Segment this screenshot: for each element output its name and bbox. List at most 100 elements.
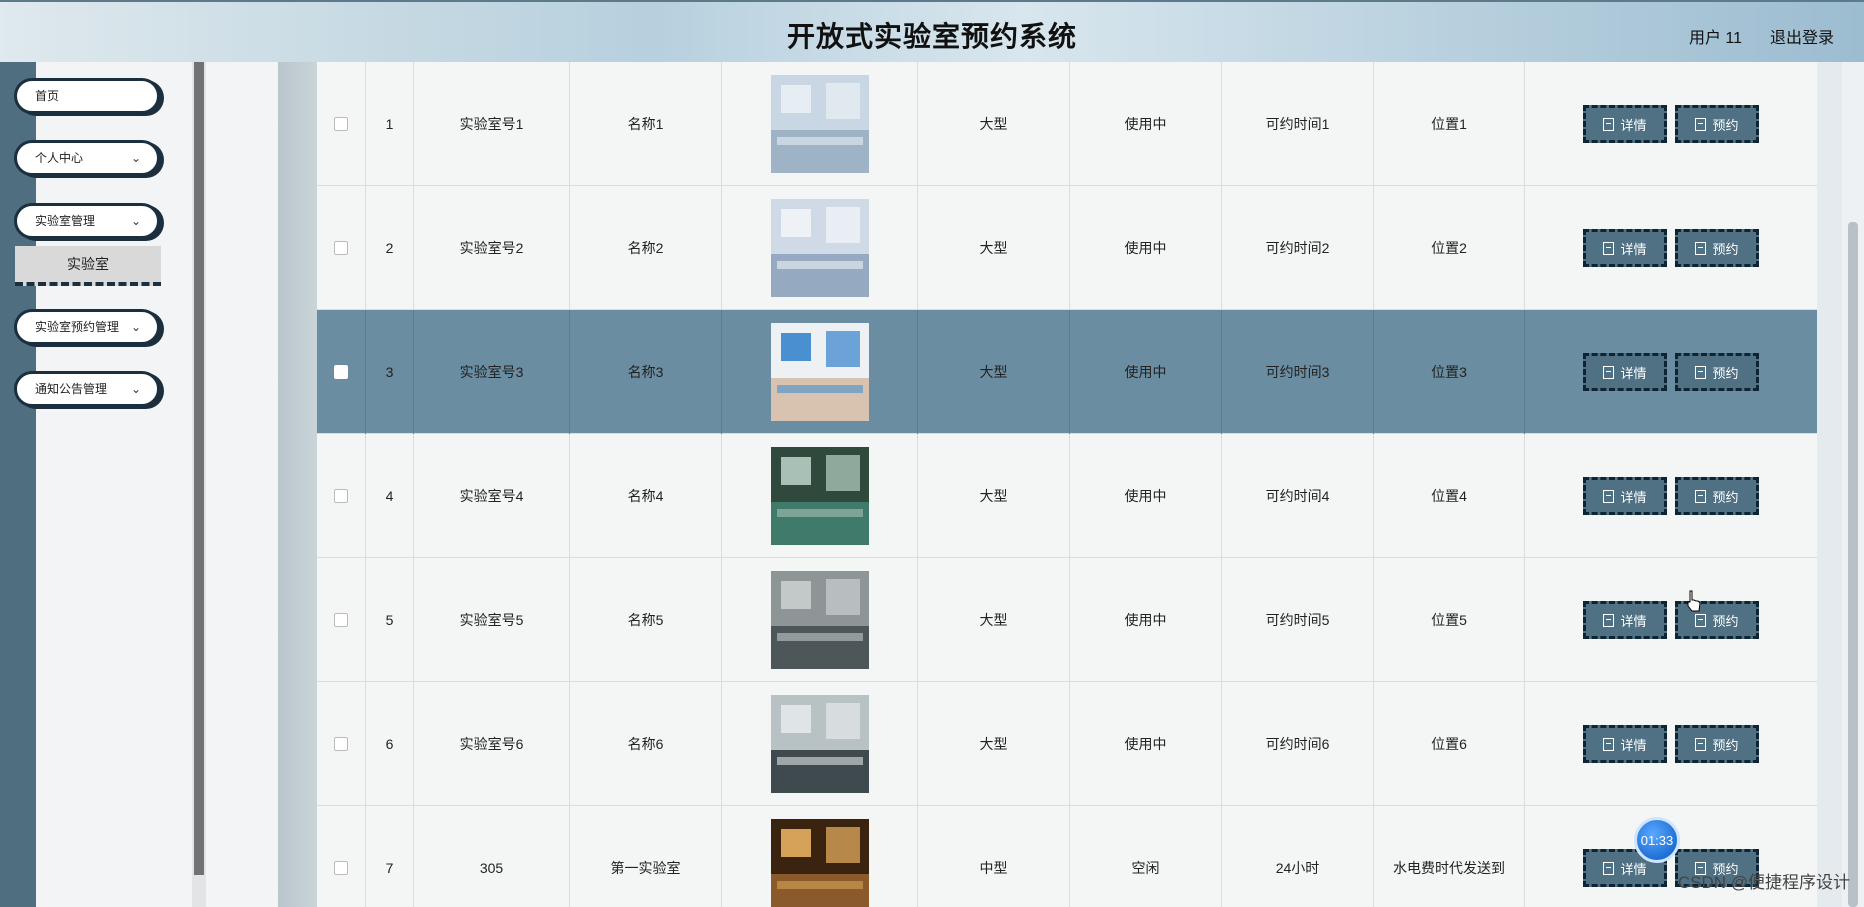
lab-status: 使用中: [1070, 558, 1222, 682]
row-actions: 详情 预约: [1525, 62, 1817, 186]
row-checkbox[interactable]: [334, 737, 348, 751]
row-actions: 详情 预约: [1525, 186, 1817, 310]
book-button[interactable]: 预约: [1675, 477, 1759, 515]
row-checkbox[interactable]: [334, 365, 348, 379]
sidebar: [36, 62, 192, 907]
row-checkbox[interactable]: [334, 241, 348, 255]
book-button[interactable]: 预约: [1675, 229, 1759, 267]
table-row[interactable]: 4 实验室号4 名称4 大型 使用中 可约时间4 位置4 详情 预约: [317, 434, 1817, 558]
row-index: 1: [366, 62, 414, 186]
lab-size: 大型: [918, 310, 1070, 434]
logout-link[interactable]: 退出登录: [1770, 24, 1834, 48]
detail-button-label: 详情: [1620, 861, 1647, 877]
book-button[interactable]: 预约: [1675, 725, 1759, 763]
lab-location: 位置3: [1374, 310, 1525, 434]
detail-button[interactable]: 详情: [1583, 353, 1667, 391]
table-row[interactable]: 1 实验室号1 名称1 大型 使用中 可约时间1 位置1 详情 预约: [317, 62, 1817, 186]
row-checkbox[interactable]: [334, 117, 348, 131]
lab-status: 空闲: [1070, 806, 1222, 907]
row-checkbox-cell: [317, 310, 366, 434]
table-row[interactable]: 5 实验室号5 名称5 大型 使用中 可约时间5 位置5 详情 预约: [317, 558, 1817, 682]
lab-photo-cell: [722, 434, 918, 558]
document-icon: [1603, 365, 1615, 379]
lab-photo-cell: [722, 186, 918, 310]
timer-badge[interactable]: 01:33: [1634, 817, 1680, 863]
sidebar-subitem-lab[interactable]: 实验室: [15, 246, 161, 286]
lab-location: 位置4: [1374, 434, 1525, 558]
book-button-label: 预约: [1712, 613, 1739, 629]
detail-button[interactable]: 详情: [1583, 477, 1667, 515]
detail-button-label: 详情: [1620, 117, 1647, 133]
detail-button[interactable]: 详情: [1583, 105, 1667, 143]
sidebar-scroll-thumb[interactable]: [194, 62, 204, 875]
detail-button-label: 详情: [1620, 613, 1647, 629]
lab-name: 名称5: [570, 558, 722, 682]
table-row[interactable]: 7 305 第一实验室 中型 空闲 24小时 水电费时代发送到 详情 预约: [317, 806, 1817, 907]
book-button-label: 预约: [1712, 489, 1739, 505]
available-time: 可约时间2: [1222, 186, 1374, 310]
lab-photo[interactable]: [770, 695, 869, 793]
lab-status: 使用中: [1070, 434, 1222, 558]
lab-photo[interactable]: [770, 819, 869, 907]
book-button[interactable]: 预约: [1675, 105, 1759, 143]
chevron-down-icon: ⌄: [130, 320, 141, 334]
sidebar-scrollbar[interactable]: [192, 62, 206, 907]
row-index: 3: [366, 310, 414, 434]
sidebar-item-reservation-management[interactable]: 实验室预约管理 ⌄: [14, 309, 160, 345]
lab-photo-cell: [722, 62, 918, 186]
lab-location: 水电费时代发送到: [1374, 806, 1525, 907]
lab-photo[interactable]: [770, 447, 869, 545]
book-button-label: 预约: [1712, 241, 1739, 257]
lab-number: 实验室号3: [414, 310, 570, 434]
lab-photo[interactable]: [770, 75, 869, 173]
table-row[interactable]: 3 实验室号3 名称3 大型 使用中 可约时间3 位置3 详情 预约: [317, 310, 1817, 434]
lab-photo-cell: [722, 310, 918, 434]
sidebar-item-notice-management[interactable]: 通知公告管理 ⌄: [14, 371, 160, 407]
user-label[interactable]: 用户 11: [1689, 24, 1742, 48]
lab-number: 305: [414, 806, 570, 907]
table-row[interactable]: 2 实验室号2 名称2 大型 使用中 可约时间2 位置2 详情 预约: [317, 186, 1817, 310]
row-checkbox-cell: [317, 186, 366, 310]
lab-location: 位置1: [1374, 62, 1525, 186]
row-checkbox-cell: [317, 806, 366, 907]
lab-size: 大型: [918, 62, 1070, 186]
row-checkbox[interactable]: [334, 613, 348, 627]
lab-location: 位置5: [1374, 558, 1525, 682]
document-icon: [1603, 613, 1615, 627]
document-icon: [1695, 489, 1707, 503]
sidebar-strip: [0, 62, 36, 907]
detail-button-label: 详情: [1620, 365, 1647, 381]
sidebar-item-personal-center[interactable]: 个人中心 ⌄: [14, 140, 160, 176]
document-icon: [1603, 241, 1615, 255]
sidebar-item-home[interactable]: 首页: [14, 78, 160, 114]
book-button[interactable]: 预约: [1675, 353, 1759, 391]
lab-name: 名称1: [570, 62, 722, 186]
lab-photo[interactable]: [770, 323, 869, 421]
table-row[interactable]: 6 实验室号6 名称6 大型 使用中 可约时间6 位置6 详情 预约: [317, 682, 1817, 806]
book-button-label: 预约: [1712, 737, 1739, 753]
page-scrollbar[interactable]: [1842, 62, 1864, 907]
lab-photo[interactable]: [770, 199, 869, 297]
document-icon: [1695, 613, 1707, 627]
lab-name: 名称4: [570, 434, 722, 558]
available-time: 可约时间5: [1222, 558, 1374, 682]
lab-location: 位置6: [1374, 682, 1525, 806]
lab-photo[interactable]: [770, 571, 869, 669]
row-checkbox-cell: [317, 682, 366, 806]
page-scroll-thumb[interactable]: [1848, 222, 1858, 907]
detail-button[interactable]: 详情: [1583, 229, 1667, 267]
document-icon: [1603, 489, 1615, 503]
detail-button[interactable]: 详情: [1583, 725, 1667, 763]
row-index: 2: [366, 186, 414, 310]
content-gutter: [206, 62, 278, 907]
main-content: 1 实验室号1 名称1 大型 使用中 可约时间1 位置1 详情 预约 2 实验室…: [278, 62, 1864, 907]
lab-photo-cell: [722, 558, 918, 682]
row-checkbox[interactable]: [334, 489, 348, 503]
sidebar-item-lab-management[interactable]: 实验室管理 ⌄: [14, 203, 160, 239]
document-icon: [1695, 117, 1707, 131]
row-checkbox[interactable]: [334, 861, 348, 875]
detail-button[interactable]: 详情: [1583, 601, 1667, 639]
row-index: 6: [366, 682, 414, 806]
lab-name: 名称2: [570, 186, 722, 310]
document-icon: [1603, 737, 1615, 751]
